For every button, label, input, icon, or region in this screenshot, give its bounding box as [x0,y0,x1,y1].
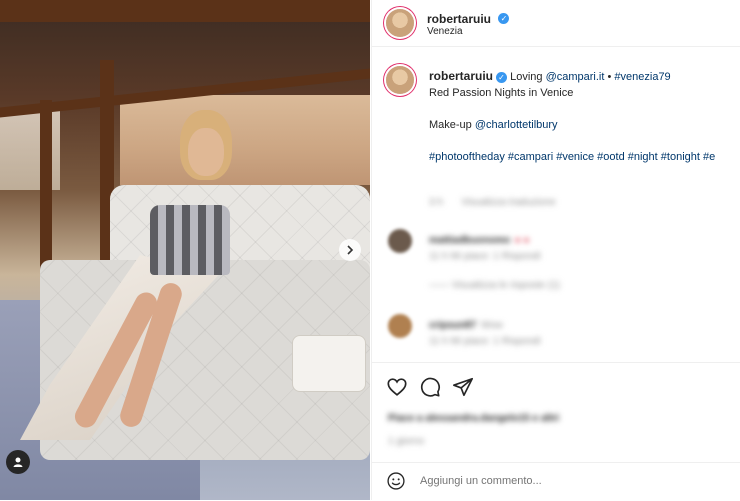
instagram-post: robertaruiu ✓ Venezia robertaruiu ✓ Lovin… [0,0,740,500]
add-comment-bar [372,462,740,501]
caption-meta: 3 h Visualizza traduzione [429,192,556,210]
comment: mattiadbuonomo ● ● [429,230,529,248]
post-location[interactable]: Venezia [427,26,463,37]
verified-icon: ✓ [496,71,508,83]
comment-text: ● ● [514,235,530,246]
caption-line2: Red Passion Nights in Venice [429,87,574,99]
caption-prefix: Loving [510,71,543,83]
comment: cripsun87 Wow [429,315,503,333]
view-replies-link[interactable]: —— Visualizza le risposte (1) [429,280,560,291]
tagged-users-button[interactable] [6,450,30,474]
comment-meta: 11 h Mi piace: 1 Rispondi [429,251,541,262]
caption-text: robertaruiu ✓ Loving @campari.it • #venez… [429,68,739,165]
heart-icon[interactable] [386,376,408,398]
post-time: 1 giorno [388,436,425,447]
post-side-panel: robertaruiu ✓ Venezia robertaruiu ✓ Lovin… [371,0,740,500]
mention-campari[interactable]: @campari.it [546,71,605,83]
photo-window [120,95,370,185]
likes-summary[interactable]: Piace a alessandra.dangelo15 e altri [388,413,559,424]
photo-bag [292,335,366,392]
caption-avatar[interactable] [386,66,414,94]
caption-time: 3 h [429,197,443,208]
photo-ceiling [0,0,370,22]
comment-text: Wow [480,320,503,331]
post-actions [372,362,740,411]
makeup-label: Make-up [429,119,472,131]
user-tag-icon [13,457,23,467]
photo-pillar-left [40,100,52,280]
paper-plane-icon[interactable] [452,376,474,398]
comment-meta: 11 h Mi piace: 1 Rispondi [429,336,541,347]
comment-avatar[interactable] [388,314,412,338]
next-photo-button[interactable] [339,239,361,261]
comment-input[interactable] [418,474,672,488]
post-photo[interactable] [0,0,370,500]
translate-link[interactable]: Visualizza traduzione [461,197,555,208]
comment-icon[interactable] [419,376,441,398]
hashtag-venezia79[interactable]: #venezia79 [614,71,670,83]
mention-charlottetilbury[interactable]: @charlottetilbury [475,119,558,131]
emoji-icon[interactable] [386,471,406,491]
photo-top [150,205,230,275]
author-username[interactable]: robertaruiu [427,12,491,26]
comment-username[interactable]: cripsun87 [429,320,476,331]
caption-separator: • [607,71,612,83]
likes-text: Piace a alessandra.dangelo15 e altri [388,413,560,424]
comment-username[interactable]: mattiadbuonomo [429,235,510,246]
photo-face [188,128,224,176]
comment-avatar[interactable] [388,229,412,253]
author-avatar[interactable] [386,9,414,37]
caption-hashtags[interactable]: #photooftheday #campari #venice #ootd #n… [429,149,739,165]
caption-username[interactable]: robertaruiu [429,69,493,83]
post-header: robertaruiu ✓ Venezia [372,0,740,47]
verified-icon: ✓ [498,13,510,25]
chevron-right-icon [347,245,354,255]
